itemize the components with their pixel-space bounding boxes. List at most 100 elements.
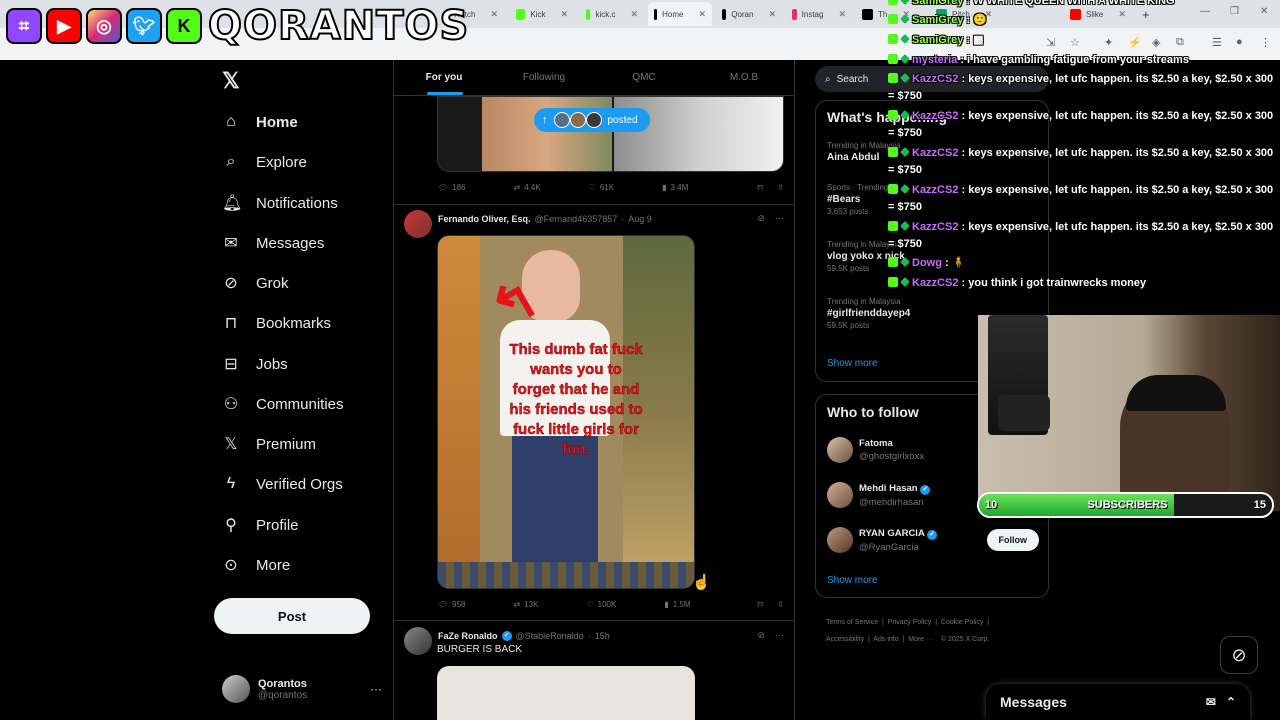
close-tab-icon[interactable]: ✕ bbox=[560, 9, 568, 20]
avatar[interactable] bbox=[404, 627, 432, 655]
chat-text: W WHITE QUEEN WITH A WHITE KING bbox=[973, 0, 1175, 7]
browser-tab[interactable]: Home ✕ bbox=[648, 2, 712, 26]
chevron-up-icon[interactable]: ⌃ bbox=[1226, 695, 1236, 709]
account-switcher[interactable]: Qorantos @qorantos ··· bbox=[222, 674, 382, 704]
chat-username[interactable]: KazzCS2 bbox=[912, 147, 958, 159]
more-dots-icon[interactable]: ··· bbox=[775, 213, 784, 224]
views-button[interactable]: ▮ 1.5M bbox=[664, 600, 690, 609]
author-name[interactable]: FaZe Ronaldo bbox=[438, 631, 498, 641]
kick-badge-icon bbox=[888, 221, 898, 231]
like-button[interactable]: ♡ 100K bbox=[586, 600, 616, 609]
kick-logo-icon: K bbox=[166, 8, 202, 44]
like-button[interactable]: ♡ 61K bbox=[589, 183, 614, 192]
nav-item-premium[interactable]: 𝕏 Premium bbox=[222, 429, 316, 459]
more-dots-icon[interactable]: ··· bbox=[370, 682, 382, 696]
show-more-link[interactable]: Show more bbox=[827, 575, 878, 586]
views-button[interactable]: ▮ 3.4M bbox=[662, 183, 688, 192]
browser-tab[interactable]: Qoran ✕ bbox=[716, 2, 782, 26]
grok-icon[interactable]: ⊘ bbox=[757, 213, 765, 224]
close-tab-icon[interactable]: ✕ bbox=[838, 9, 846, 20]
tweet-header: Fernando Oliver, Esq. @Fernand46357857 ·… bbox=[404, 210, 784, 238]
nav-item-more[interactable]: ⊙ More bbox=[222, 550, 290, 580]
search-placeholder: Search bbox=[836, 73, 869, 85]
follow-suggestion[interactable]: RYAN GARCIA ✓ @RyanGarcia Follow bbox=[827, 523, 1039, 557]
close-tab-icon[interactable]: ✕ bbox=[698, 9, 706, 20]
tab-for-you[interactable]: For you bbox=[394, 60, 494, 95]
reply-button[interactable]: 💬︎ 186 bbox=[438, 183, 466, 192]
nav-item-bookmarks[interactable]: ⊓ Bookmarks bbox=[222, 308, 331, 338]
bookmark-icon[interactable]: ⊓ bbox=[757, 600, 763, 609]
author-handle[interactable]: @StableRonaldo bbox=[516, 631, 584, 641]
chat-username[interactable]: KazzCS2 bbox=[912, 184, 958, 196]
tab-mob[interactable]: M.O.B bbox=[694, 60, 794, 95]
chat-username[interactable]: SamiGrey bbox=[912, 0, 963, 7]
x-logo-icon[interactable]: 𝕏 bbox=[222, 68, 240, 94]
nav-item-grok[interactable]: ⊘ Grok bbox=[222, 268, 288, 298]
chat-message: KazzCS2 : keys expensive, let ufc happen… bbox=[888, 147, 1274, 176]
new-posts-pill[interactable]: ↑ posted bbox=[534, 108, 650, 132]
chat-username[interactable]: mysteria bbox=[912, 54, 957, 66]
chat-username[interactable]: KazzCS2 bbox=[912, 110, 958, 122]
tweet-image[interactable]: ↰ This dumb fat fuck wants you to forget… bbox=[437, 235, 695, 589]
chat-username[interactable]: KazzCS2 bbox=[912, 277, 958, 289]
share-icon[interactable]: ⇪ bbox=[777, 600, 784, 609]
grok-icon[interactable]: ⊘ bbox=[1220, 636, 1258, 674]
chat-username[interactable]: KazzCS2 bbox=[912, 73, 958, 85]
chat-username[interactable]: SamiGrey bbox=[912, 14, 963, 26]
tweet-date[interactable]: Aug 9 bbox=[628, 214, 652, 224]
repost-button[interactable]: ⇄ 13K bbox=[514, 600, 539, 609]
tweet-date[interactable]: 15h bbox=[595, 631, 610, 641]
new-message-icon[interactable]: ✉ bbox=[1206, 695, 1216, 709]
kick-icon bbox=[586, 8, 591, 20]
footer-link[interactable]: Terms of Service bbox=[826, 619, 878, 626]
nav-item-verified-orgs[interactable]: ϟ Verified Orgs bbox=[222, 469, 343, 499]
close-tab-icon[interactable]: ✕ bbox=[630, 9, 638, 20]
grok-icon[interactable]: ⊘ bbox=[757, 630, 765, 641]
nav-item-profile[interactable]: ⚲ Profile bbox=[222, 510, 298, 540]
footer-link[interactable]: Accessibility bbox=[826, 636, 864, 643]
author-handle[interactable]: @Fernand46357857 bbox=[535, 214, 618, 224]
chat-username[interactable]: KazzCS2 bbox=[912, 221, 958, 233]
view-count: 1.5M bbox=[672, 599, 691, 609]
author-name[interactable]: Fernando Oliver, Esq. bbox=[438, 214, 531, 224]
nav-item-messages[interactable]: ✉ Messages bbox=[222, 228, 324, 258]
avatar bbox=[827, 482, 853, 508]
x-icon: 𝕏 bbox=[224, 436, 238, 453]
bell-icon: 🔔︎ bbox=[222, 195, 243, 212]
chat-username[interactable]: SamiGrey bbox=[912, 34, 963, 46]
share-icon[interactable]: ⇪ bbox=[777, 183, 784, 192]
nav-item-jobs[interactable]: ⊟ Jobs bbox=[222, 349, 287, 379]
nav-item-explore[interactable]: ⌕ Explore bbox=[222, 147, 307, 177]
reply-button[interactable]: 💬︎ 958 bbox=[438, 600, 466, 609]
nav-item-home[interactable]: ⌂ Home bbox=[222, 107, 298, 137]
post-button[interactable]: Post bbox=[214, 598, 370, 634]
browser-tab[interactable]: kick.c ✕ bbox=[580, 2, 644, 26]
close-tab-icon[interactable]: ✕ bbox=[490, 9, 498, 20]
tab-qmc[interactable]: QMC bbox=[594, 60, 694, 95]
footer-link[interactable]: Cookie Policy bbox=[941, 619, 983, 626]
sub-badge-icon bbox=[900, 0, 910, 5]
browser-tab[interactable]: Kick ✕ bbox=[510, 2, 574, 26]
follow-button[interactable]: Follow bbox=[986, 529, 1039, 551]
avatar[interactable] bbox=[404, 210, 432, 238]
nav-item-notifications[interactable]: 🔔︎ Notifications bbox=[222, 188, 338, 218]
messages-drawer[interactable]: Messages ✉ ⌃ bbox=[986, 684, 1250, 720]
avatar bbox=[222, 675, 250, 703]
nav-item-communities[interactable]: ⚇ Communities bbox=[222, 389, 344, 419]
more-dots-icon[interactable]: ··· bbox=[775, 630, 784, 641]
tab-label: Home bbox=[662, 9, 684, 19]
repost-button[interactable]: ⇄ 4.4K bbox=[514, 183, 541, 192]
close-tab-icon[interactable]: ✕ bbox=[768, 9, 776, 20]
tab-following[interactable]: Following bbox=[494, 60, 594, 95]
tweet-image[interactable] bbox=[437, 666, 695, 720]
show-more-link[interactable]: Show more bbox=[827, 358, 878, 369]
footer-link[interactable]: More ··· bbox=[908, 636, 933, 643]
x-icon bbox=[654, 8, 658, 20]
footer-link[interactable]: Ads info bbox=[873, 636, 898, 643]
footer-link[interactable]: Privacy Policy bbox=[888, 619, 932, 626]
chat-username[interactable]: Dowg bbox=[912, 257, 942, 269]
browser-tab[interactable]: Instag ✕ bbox=[786, 2, 852, 26]
account-name: Qorantos bbox=[258, 677, 307, 690]
arrow-up-icon: ↑ bbox=[542, 114, 548, 126]
bookmark-icon[interactable]: ⊓ bbox=[757, 183, 763, 192]
